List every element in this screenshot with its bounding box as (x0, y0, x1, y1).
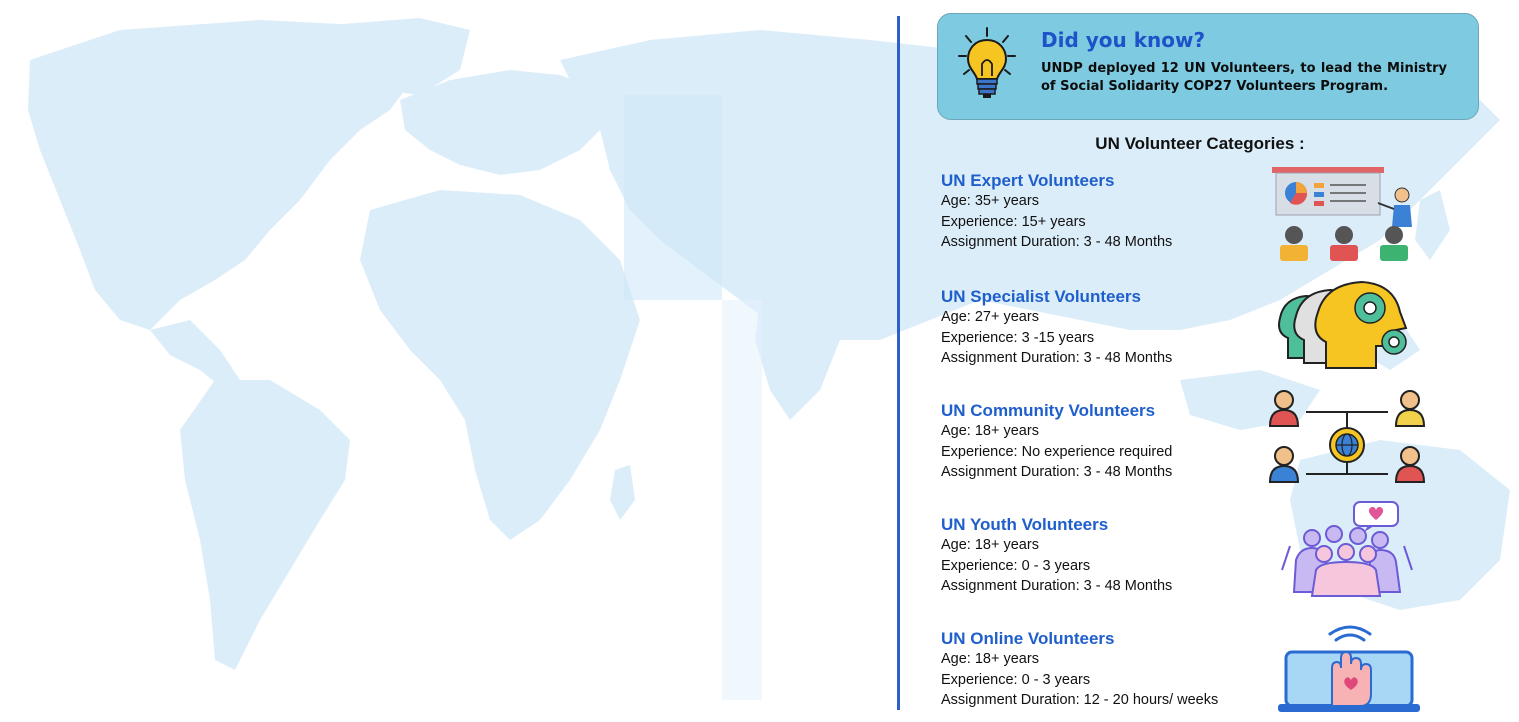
category-specialist: UN Specialist Volunteers Age: 27+ years … (941, 285, 1261, 369)
presentation-icon (1266, 165, 1426, 265)
category-duration: Assignment Duration: 3 - 48 Months (941, 578, 1173, 594)
vertical-divider (897, 16, 900, 710)
category-title: UN Online Volunteers (941, 629, 1115, 648)
category-experience: Experience: 0 - 3 years (941, 557, 1091, 574)
category-experience: Experience: 3 -15 years (941, 329, 1095, 346)
laptop-hand-icon (1276, 618, 1424, 714)
did-you-know-text: UNDP deployed 12 UN Volunteers, to lead … (1041, 61, 1447, 94)
youth-group-heart-icon (1272, 500, 1422, 600)
category-title: UN Expert Volunteers (941, 171, 1115, 190)
category-age: Age: 18+ years (941, 537, 1039, 553)
categories-heading: UN Volunteer Categories : (1095, 134, 1305, 153)
lightbulb-icon (956, 26, 1018, 102)
category-age: Age: 35+ years (941, 193, 1039, 209)
category-title: UN Specialist Volunteers (941, 287, 1141, 306)
category-experience: Experience: 15+ years (941, 213, 1086, 230)
category-age: Age: 18+ years (941, 423, 1039, 439)
category-youth: UN Youth Volunteers Age: 18+ years Exper… (941, 513, 1261, 597)
category-age: Age: 27+ years (941, 309, 1039, 325)
category-duration: Assignment Duration: 3 - 48 Months (941, 234, 1173, 250)
category-title: UN Community Volunteers (941, 401, 1156, 420)
did-you-know-title: Did you know? (1041, 28, 1206, 52)
category-community: UN Community Volunteers Age: 18+ years E… (941, 399, 1261, 483)
category-age: Age: 18+ years (941, 651, 1039, 667)
category-online: UN Online Volunteers Age: 18+ years Expe… (941, 627, 1261, 711)
category-title: UN Youth Volunteers (941, 515, 1109, 534)
category-duration: Assignment Duration: 3 - 48 Months (941, 464, 1173, 480)
category-duration: Assignment Duration: 3 - 48 Months (941, 350, 1173, 366)
category-duration: Assignment Duration: 12 - 20 hours/ week… (941, 692, 1219, 708)
global-network-icon (1266, 386, 1428, 486)
category-experience: Experience: No experience required (941, 443, 1173, 460)
category-expert: UN Expert Volunteers Age: 35+ years Expe… (941, 169, 1261, 253)
category-experience: Experience: 0 - 3 years (941, 671, 1091, 688)
heads-gears-icon (1270, 278, 1425, 373)
did-you-know-card: Did you know? UNDP deployed 12 UN Volunt… (937, 13, 1479, 120)
